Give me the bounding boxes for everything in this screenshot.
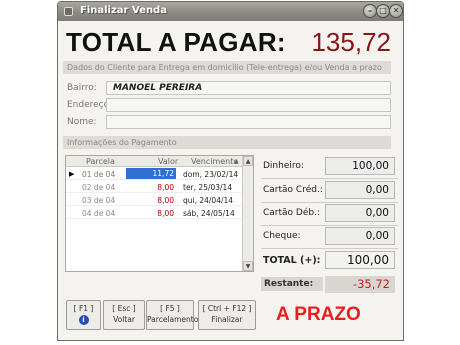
scroll-up-icon[interactable]: ▲: [243, 156, 253, 166]
cell-parcela: 03 de 04: [82, 196, 116, 205]
cell-parcela: 02 de 04: [82, 183, 116, 192]
cheque-field[interactable]: 0,00: [325, 227, 395, 245]
sort-up-icon: ▲: [234, 158, 239, 165]
total-a-pagar-value: 135,72: [311, 27, 391, 57]
cell-parcela: 01 de 04: [82, 170, 116, 179]
voltar-button[interactable]: [ Esc ] Voltar: [103, 300, 145, 330]
cartao-deb-label: Cartão Déb.:: [263, 208, 320, 218]
nome-field[interactable]: [106, 115, 391, 129]
col-vencimento[interactable]: Vencimento: [191, 157, 238, 166]
cartao-deb-field[interactable]: 0,00: [325, 204, 395, 222]
parcelamento-button[interactable]: [ F5 ] Parcelamento: [146, 300, 199, 330]
col-parcela[interactable]: Parcela: [86, 157, 115, 166]
divider: [261, 178, 398, 179]
table-row[interactable]: 04 de 04 8,00 sáb, 24/05/14: [66, 207, 242, 219]
divider: [261, 248, 398, 249]
nome-label: Nome:: [67, 117, 97, 127]
grid-header: Parcela Valor Vencimento ▲: [66, 156, 242, 167]
dinheiro-label: Dinheiro:: [263, 161, 304, 171]
dinheiro-field[interactable]: 100,00: [325, 157, 395, 175]
total-pago-value: 100,00: [325, 251, 395, 269]
app-icon: [64, 7, 73, 16]
total-a-pagar-label: TOTAL A PAGAR:: [66, 27, 286, 57]
cell-valor: 8,00: [157, 196, 174, 205]
table-row[interactable]: ▶ 01 de 04 11,72 dom, 23/02/14: [66, 168, 242, 180]
row-pointer-icon: ▶: [69, 170, 75, 178]
voltar-label: Voltar: [113, 315, 135, 324]
info-icon: i: [78, 315, 89, 325]
grid-scrollbar[interactable]: ▲ ▼: [242, 156, 253, 271]
finalizar-label: Finalizar: [211, 315, 243, 324]
sale-status-label: A PRAZO: [276, 304, 361, 325]
restante-value: -35,72: [325, 276, 395, 293]
cartao-cred-field[interactable]: 0,00: [325, 181, 395, 199]
cell-valor: 8,00: [157, 209, 174, 218]
divider: [261, 202, 398, 203]
parcelamento-label: Parcelamento: [147, 315, 199, 324]
cell-parcela: 04 de 04: [82, 209, 116, 218]
cartao-cred-label: Cartão Créd.:: [263, 185, 323, 195]
cell-valor: 8,00: [157, 183, 174, 192]
cell-vencimento: sáb, 24/05/14: [183, 209, 235, 218]
bairro-label: Bairro:: [67, 83, 97, 93]
cheque-label: Cheque:: [263, 231, 301, 241]
finalizar-key: [ Ctrl + F12 ]: [202, 304, 252, 313]
table-row[interactable]: 03 de 04 8,00 qui, 24/04/14: [66, 194, 242, 206]
col-valor[interactable]: Valor: [158, 157, 178, 166]
restante-label: Restante:: [261, 277, 323, 291]
installments-grid[interactable]: Parcela Valor Vencimento ▲ ▶ 01 de 04 11…: [65, 155, 254, 272]
table-row[interactable]: 02 de 04 8,00 ter, 25/03/14: [66, 181, 242, 193]
cell-valor-selected[interactable]: 11,72: [126, 168, 176, 179]
cell-vencimento: dom, 23/02/14: [183, 170, 239, 179]
maximize-icon[interactable]: □: [376, 4, 390, 18]
help-button[interactable]: [ F1 ] i: [66, 300, 101, 330]
finalizar-button[interactable]: [ Ctrl + F12 ] Finalizar: [198, 300, 256, 330]
close-icon[interactable]: ✕: [389, 4, 403, 18]
finalizar-venda-window: Finalizar Venda – □ ✕ TOTAL A PAGAR: 135…: [57, 1, 404, 341]
endereco-field[interactable]: [106, 98, 391, 112]
parcelamento-key: [ F5 ]: [160, 304, 180, 313]
title-bar[interactable]: Finalizar Venda – □ ✕: [58, 2, 403, 21]
total-pago-label: TOTAL (+):: [263, 255, 321, 266]
payment-section-header: Informações do Pagamento: [63, 136, 391, 149]
help-key: [ F1 ]: [73, 304, 94, 313]
cell-vencimento: qui, 24/04/14: [183, 196, 234, 205]
window-title: Finalizar Venda: [80, 5, 167, 16]
minimize-icon[interactable]: –: [363, 4, 377, 18]
cell-vencimento: ter, 25/03/14: [183, 183, 233, 192]
divider: [261, 225, 398, 226]
bairro-field[interactable]: MANOEL PEREIRA: [106, 81, 391, 95]
customer-section-header: Dados do Cliente para Entrega em domicíl…: [63, 61, 391, 74]
voltar-key: [ Esc ]: [112, 304, 136, 313]
scroll-down-icon[interactable]: ▼: [243, 261, 253, 271]
